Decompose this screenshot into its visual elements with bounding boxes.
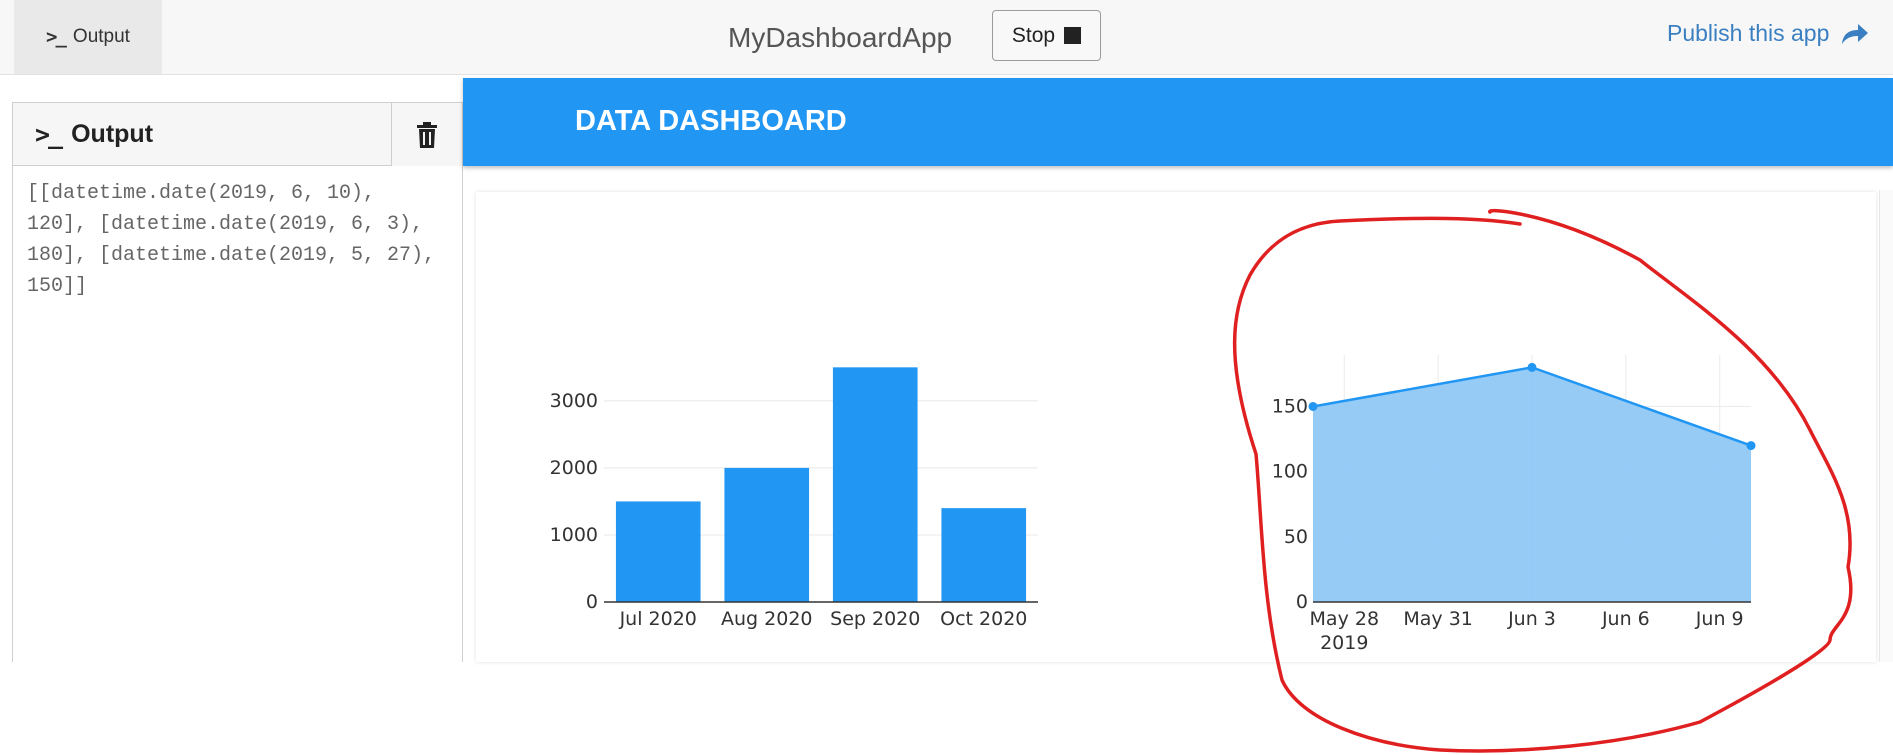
bar xyxy=(724,467,810,602)
area-x-year-label: 2019 xyxy=(1320,632,1368,654)
area-y-tick-label: 150 xyxy=(1272,395,1308,417)
bar-x-tick-label: Sep 2020 xyxy=(830,608,920,630)
charts-layer: 0100020003000Jul 2020 Aug 2020 Sep 2020 Oct… xyxy=(550,208,1853,753)
area-fill xyxy=(1313,367,1751,602)
bar-x-tick-label: Jul 2020 xyxy=(619,608,697,630)
area-point xyxy=(1308,401,1318,411)
bar-chart: 0 1000 2000 3000 Jul 2020 Aug 2020 Sep 2020 Oct… xyxy=(550,367,1038,630)
area-chart: 0 50 100 150 May 28 May 31 Jun 3 Jun 6 Jun 9 2019 xyxy=(1272,355,1756,654)
area-y-tick-label: 50 xyxy=(1284,526,1308,548)
area-x-tick-label: Jun 6 xyxy=(1601,608,1650,630)
bar-x-tick-label: Aug 2020 xyxy=(721,608,813,630)
bar-x-tick-label: Oct 2020 xyxy=(940,608,1027,630)
bar-y-tick-label: 1000 xyxy=(550,524,598,546)
area-point xyxy=(1527,362,1537,372)
bar-y-tick-label: 2000 xyxy=(550,457,598,479)
area-x-tick-label: Jun 3 xyxy=(1507,608,1556,630)
area-x-tick-label: Jun 9 xyxy=(1695,608,1744,630)
area-y-tick-label: 0 xyxy=(1296,591,1308,613)
area-x-tick-label: May 28 xyxy=(1310,608,1380,630)
bar xyxy=(941,508,1027,602)
area-x-tick-label: May 31 xyxy=(1403,608,1473,630)
area-point xyxy=(1746,441,1756,451)
bar-y-tick-label: 3000 xyxy=(550,390,598,412)
bar xyxy=(832,367,918,602)
bar-y-tick-label: 0 xyxy=(586,591,598,613)
area-y-tick-label: 100 xyxy=(1272,461,1308,483)
bar xyxy=(615,501,701,602)
